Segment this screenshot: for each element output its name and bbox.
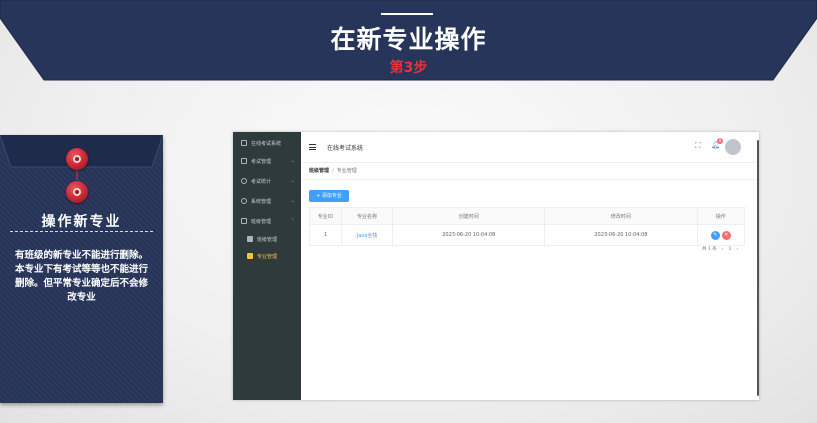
- sidebar-item-stats[interactable]: 考试统计 ⌄: [233, 172, 301, 190]
- app-screenshot: 在线考试系统 考试管理 ⌄ 考试统计 ⌄ 系统管理 ⌄ 班级管理 ⌃ 班级管理: [233, 132, 759, 400]
- info-card: 操作新专业 有班级的新专业不能进行删除。本专业下有考试等等也不能进行删除。但平常…: [0, 135, 163, 403]
- sidebar-brand[interactable]: 在线考试系统: [233, 134, 301, 152]
- breadcrumb-current: 专业管理: [336, 168, 357, 174]
- breadcrumb: 班级管理 / 专业管理: [309, 168, 357, 174]
- column-header: 创建时间: [392, 207, 546, 225]
- sidebar-item-system[interactable]: 系统管理 ⌄: [233, 192, 301, 210]
- banner-rule: [381, 13, 433, 15]
- class-icon: [241, 218, 247, 224]
- doc-icon: [241, 158, 247, 164]
- column-header: 操作: [697, 207, 746, 225]
- major-icon: [247, 253, 253, 259]
- envelope-button-top: [66, 148, 88, 170]
- chevron-up-icon: ⌃: [290, 218, 295, 224]
- clock-icon: [241, 178, 247, 184]
- cell-created: 2023-06-20 10:04:08: [392, 224, 546, 246]
- breadcrumb-root[interactable]: 班级管理: [309, 168, 329, 174]
- home-icon: [247, 236, 253, 242]
- notification-badge: 0: [717, 138, 723, 144]
- system-title: 在线考试系统: [327, 145, 364, 152]
- major-table: 专业ID 专业名称 创建时间 修改时间 操作 1 Java全栈 2023-06-…: [309, 207, 746, 246]
- pager-next[interactable]: ›: [736, 247, 738, 252]
- table-header-row: 专业ID 专业名称 创建时间 修改时间 操作: [309, 207, 746, 225]
- header-banner: 在新专业操作 第3步: [0, 0, 817, 88]
- cell-actions: ✎ ✕: [697, 224, 746, 246]
- cell-name[interactable]: Java全栈: [341, 224, 394, 246]
- menu-toggle-icon[interactable]: [309, 144, 316, 150]
- sidebar-item-class[interactable]: 班级管理 ⌃: [233, 212, 301, 230]
- chevron-down-icon: ⌄: [290, 198, 295, 204]
- fullscreen-icon[interactable]: ⛶: [695, 141, 701, 151]
- cell-modified: 2023-06-20 10:04:08: [544, 224, 698, 246]
- card-title: 操作新专业: [41, 214, 122, 230]
- pager-page[interactable]: 1: [729, 247, 732, 252]
- envelope-button-bottom: [66, 181, 88, 203]
- topbar: 在线考试系统 ⛶ 🔔︎ 0: [301, 132, 759, 163]
- step-label: 第3步: [389, 60, 428, 76]
- edit-icon[interactable]: ✎: [710, 230, 720, 240]
- main-panel: 在线考试系统 ⛶ 🔔︎ 0 班级管理 / 专业管理 + 添加专业 专业ID 专业名称…: [301, 132, 759, 400]
- sidebar-item-exam[interactable]: 考试管理 ⌄: [233, 152, 301, 170]
- sidebar: 在线考试系统 考试管理 ⌄ 考试统计 ⌄ 系统管理 ⌄ 班级管理 ⌃ 班级管理: [233, 132, 301, 400]
- pager-total: 共 1 条: [702, 247, 717, 252]
- column-header: 专业ID: [309, 207, 342, 225]
- card-body: 有班级的新专业不能进行删除。本专业下有考试等等也不能进行删除。但平常专业确定后不…: [14, 250, 148, 303]
- divider: [301, 179, 759, 180]
- avatar[interactable]: [725, 139, 741, 155]
- add-major-button[interactable]: + 添加专业: [309, 190, 349, 202]
- page-title: 在新专业操作: [330, 25, 487, 54]
- column-header: 修改时间: [544, 207, 698, 225]
- sidebar-subitem-major[interactable]: 专业管理: [233, 247, 301, 265]
- chevron-down-icon: ⌄: [290, 158, 295, 164]
- cell-id: 1: [309, 224, 342, 246]
- gear-icon: [241, 198, 247, 204]
- sidebar-subitem-class[interactable]: 班级管理: [233, 230, 301, 248]
- chevron-down-icon: ⌄: [290, 178, 295, 184]
- pager-prev[interactable]: ‹: [722, 247, 724, 252]
- delete-icon[interactable]: ✕: [721, 230, 731, 240]
- column-header: 专业名称: [341, 207, 394, 225]
- table-row: 1 Java全栈 2023-06-20 10:04:08 2023-06-20 …: [309, 224, 746, 246]
- card-divider: [10, 231, 153, 232]
- scrollbar[interactable]: [757, 140, 759, 396]
- logo-icon: [241, 140, 247, 146]
- pagination: 共 1 条 ‹ 1 ›: [697, 246, 738, 252]
